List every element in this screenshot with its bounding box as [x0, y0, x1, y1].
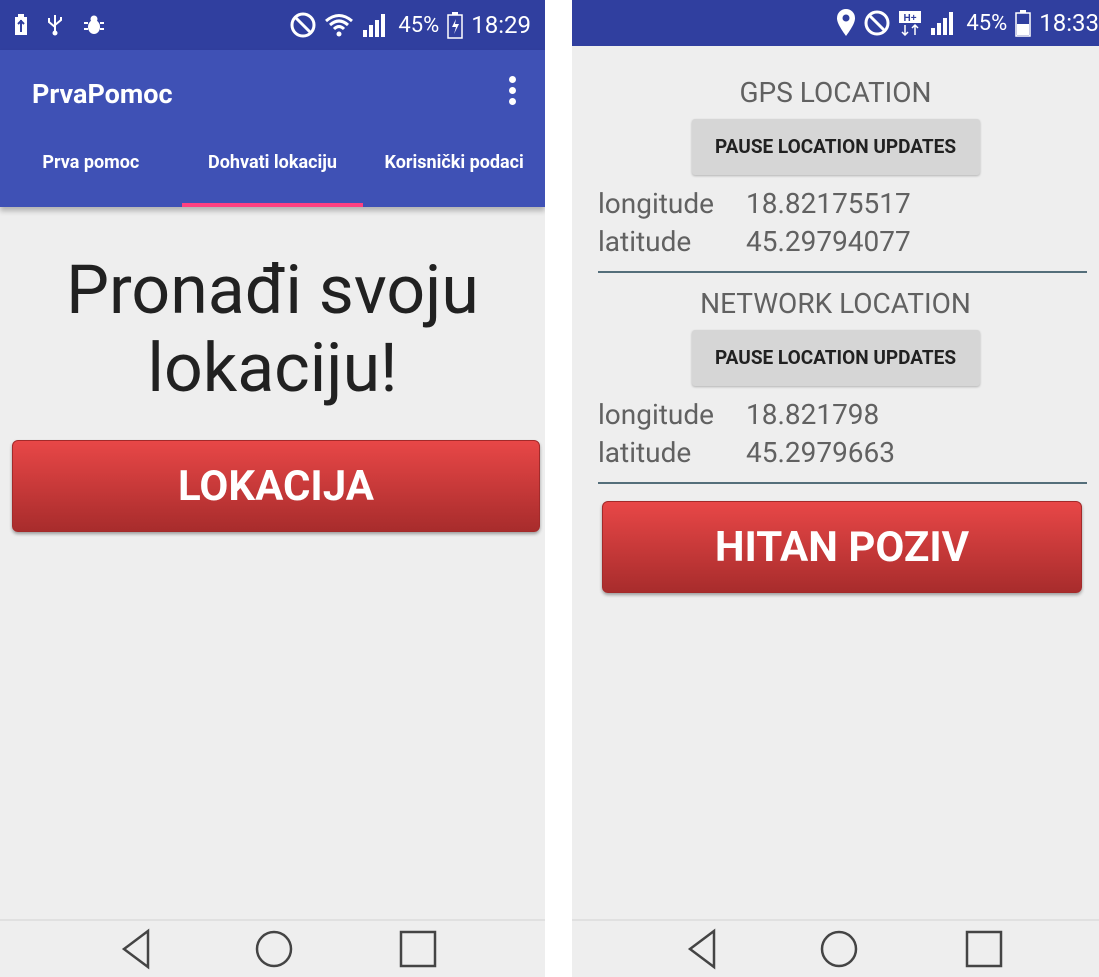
home-icon[interactable]	[819, 927, 859, 971]
battery-charging-icon	[447, 12, 463, 39]
bug-icon	[84, 15, 104, 34]
network-latitude-value: 45.2979663	[746, 436, 896, 469]
network-longitude-label: longitude	[598, 398, 715, 431]
right-screen: H+ 45% 18:33 GPS LOCATION PAUSE LOCATION…	[572, 0, 1099, 977]
network-longitude-value: 18.821798	[746, 398, 880, 431]
svg-text:H+: H+	[904, 13, 917, 24]
gps-latitude-row: latitude 45.29794077	[598, 225, 1099, 263]
recents-icon[interactable]	[964, 927, 1004, 971]
gps-longitude-value: 18.82175517	[746, 187, 911, 220]
network-location-title: NETWORK LOCATION	[700, 287, 971, 320]
status-bar: H+ 45% 18:33	[572, 0, 1099, 46]
network-longitude-row: longitude 18.821798	[598, 398, 1099, 436]
mute-icon	[864, 10, 890, 36]
gps-divider	[598, 271, 1087, 273]
left-screen: 45% 18:29 PrvaPomoc Prva pomoc Dohvati l…	[0, 0, 545, 977]
tab-bar: Prva pomoc Dohvati lokaciju Korisnički p…	[0, 135, 545, 207]
network-latitude-label: latitude	[598, 436, 692, 469]
recents-icon[interactable]	[398, 927, 438, 971]
gps-location-title: GPS LOCATION	[739, 76, 932, 109]
nav-bar	[572, 919, 1099, 977]
headline-line1: Pronađi svoju	[66, 250, 479, 330]
gps-longitude-label: longitude	[598, 187, 715, 220]
network-divider	[598, 482, 1087, 484]
app-bar: PrvaPomoc Prva pomoc Dohvati lokaciju Ko…	[0, 50, 545, 207]
status-bar: 45% 18:29	[0, 0, 545, 50]
gps-longitude-row: longitude 18.82175517	[598, 187, 1099, 225]
network-pause-button[interactable]: PAUSE LOCATION UPDATES	[691, 330, 980, 386]
home-icon[interactable]	[254, 927, 294, 971]
location-pin-icon	[837, 9, 856, 36]
app-title: PrvaPomoc	[32, 78, 173, 110]
network-latitude-row: latitude 45.2979663	[598, 436, 1099, 474]
overflow-menu-icon[interactable]	[509, 76, 517, 109]
back-icon[interactable]	[684, 927, 720, 971]
mute-icon	[290, 12, 316, 38]
gps-pause-button[interactable]: PAUSE LOCATION UPDATES	[691, 119, 980, 175]
headline-line2: lokaciju!	[147, 328, 398, 409]
battery-percent: 45%	[966, 10, 1008, 36]
emergency-call-button[interactable]: HITAN POZIV	[602, 501, 1082, 593]
battery-percent: 45%	[398, 12, 440, 38]
gps-latitude-label: latitude	[598, 225, 692, 258]
headline: Pronađi svoju lokaciju!	[0, 250, 545, 409]
gps-latitude-value: 45.29794077	[746, 225, 911, 258]
hplus-icon: H+	[899, 11, 922, 36]
nav-bar	[0, 919, 545, 977]
wifi-icon	[325, 14, 354, 37]
battery-icon	[1015, 10, 1031, 37]
status-time: 18:29	[471, 11, 531, 39]
signal-icon	[931, 12, 954, 35]
tab-dohvati-lokaciju[interactable]: Dohvati lokaciju	[181, 135, 364, 207]
status-time: 18:33	[1039, 9, 1099, 37]
battery-small-icon	[15, 14, 27, 35]
tab-korisnicki-podaci[interactable]: Korisnički podaci	[363, 135, 545, 207]
location-button[interactable]: LOKACIJA	[12, 440, 540, 532]
usb-icon	[48, 15, 62, 36]
tab-prva-pomoc[interactable]: Prva pomoc	[0, 135, 182, 207]
back-icon[interactable]	[118, 927, 154, 971]
signal-icon	[363, 14, 386, 37]
